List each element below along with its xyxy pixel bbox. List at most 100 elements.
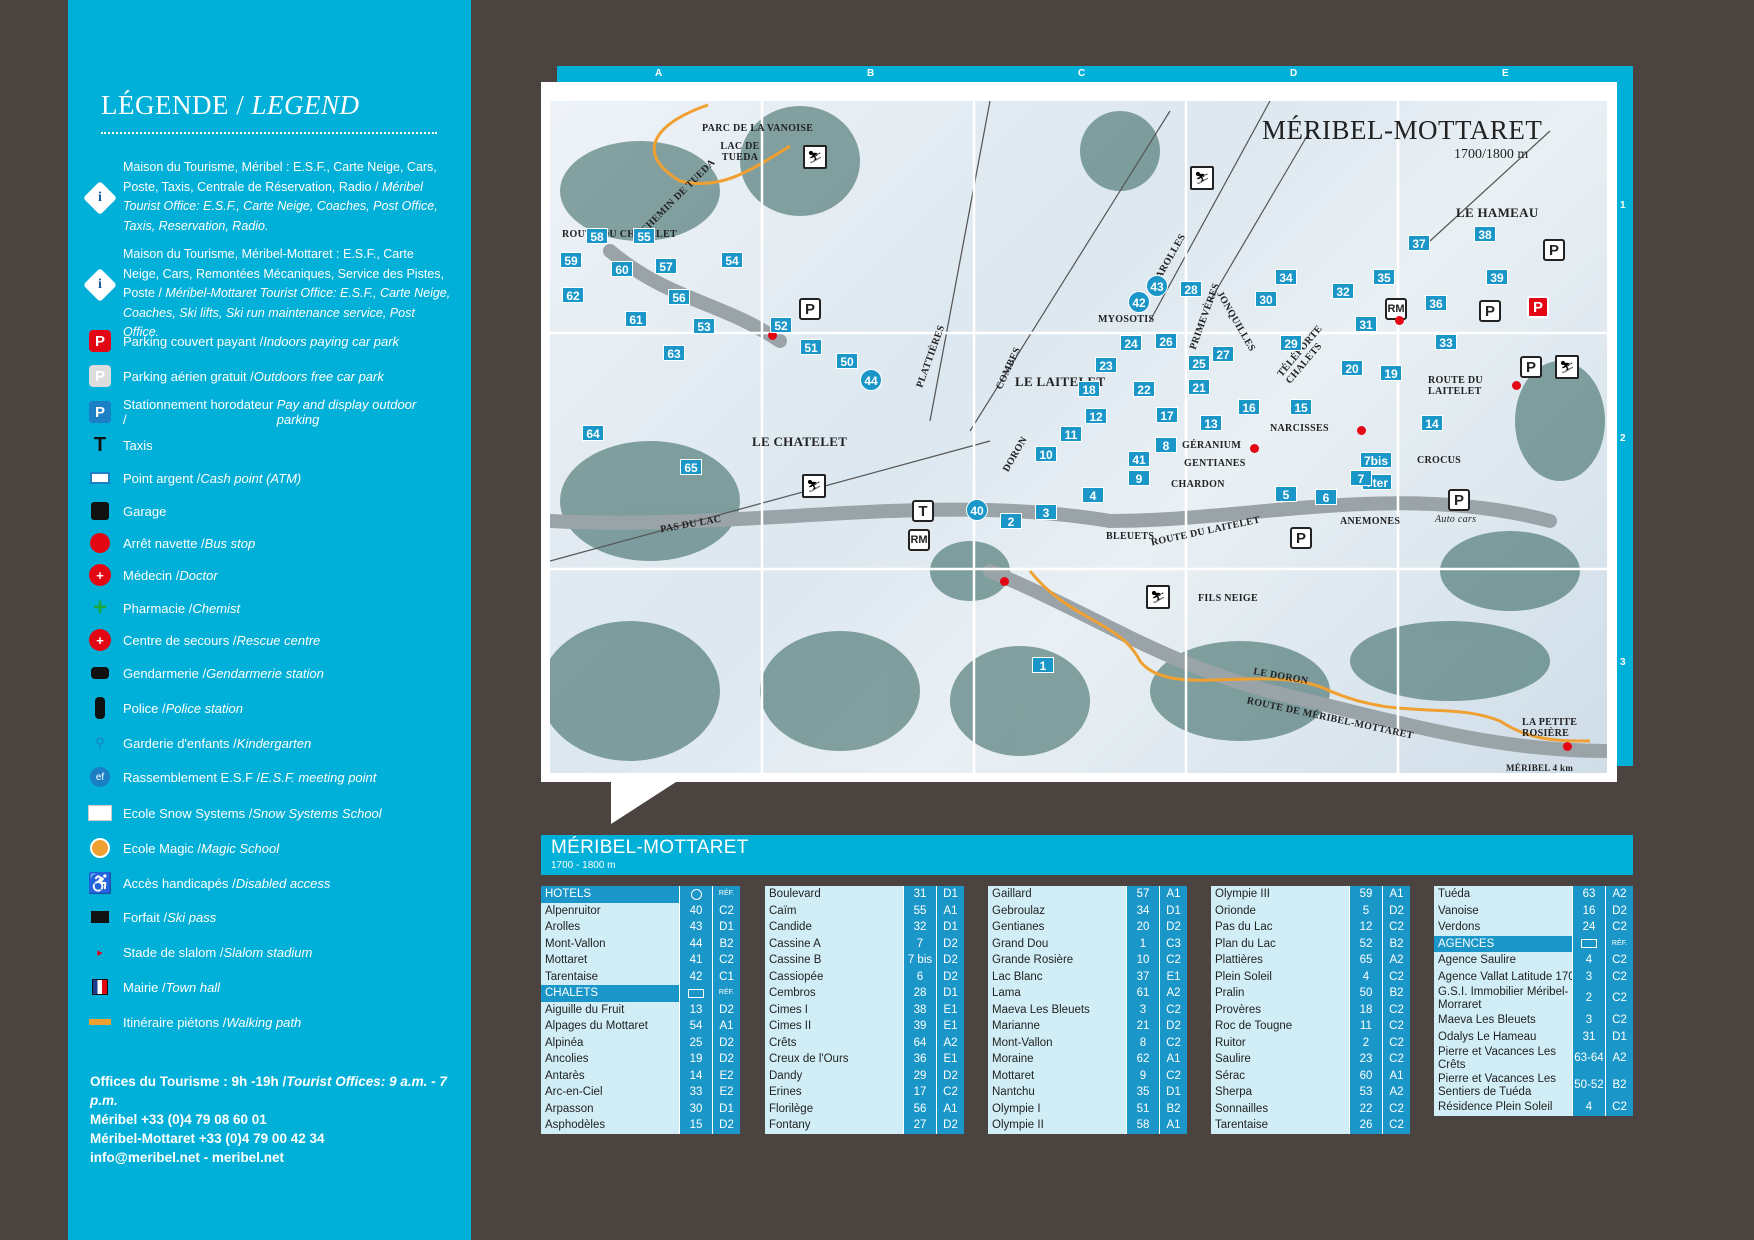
skier-icon[interactable]: ⛷ [1555,355,1579,379]
accommodation-marker[interactable]: 14 [1421,415,1443,431]
parking-icon[interactable]: P [1448,489,1470,511]
index-row[interactable]: Alpenruitor 40 C2 [541,902,740,919]
index-row[interactable]: Gaillard 57 A1 [988,886,1187,903]
bus-stop-icon[interactable] [1395,316,1404,325]
accommodation-marker[interactable]: 12 [1085,408,1107,424]
index-row[interactable]: Mont-Vallon 44 B2 [541,935,740,952]
resort-map[interactable]: MÉRIBEL-MOTTARET 1700/1800 m PARC DE LA … [550,101,1607,773]
index-row[interactable]: Cembros 28 D1 [765,985,964,1002]
index-row[interactable]: Sonnailles 22 C2 [1211,1100,1410,1117]
index-row[interactable]: Pas du Lac 12 C2 [1211,919,1410,936]
accommodation-marker[interactable]: 7bis [1360,452,1393,468]
accommodation-marker[interactable]: 8 [1155,437,1177,453]
bus-stop-icon[interactable] [1000,577,1009,586]
accommodation-marker[interactable]: 63 [663,345,685,361]
skier-icon[interactable]: ⛷ [1146,585,1170,609]
index-row[interactable]: Agence Saulire 4 C2 [1434,952,1633,969]
accommodation-marker[interactable]: 43 [1146,275,1168,297]
skier-icon[interactable]: ⛷ [802,474,826,498]
bus-stop-icon[interactable] [1357,426,1366,435]
index-row[interactable]: Lama 61 A2 [988,985,1187,1002]
accommodation-marker[interactable]: 28 [1180,281,1202,297]
accommodation-marker[interactable]: 56 [668,289,690,305]
index-row[interactable]: Saulire 23 C2 [1211,1051,1410,1068]
index-row[interactable]: Mottaret 9 C2 [988,1067,1187,1084]
accommodation-marker[interactable]: 7 [1350,470,1372,486]
accommodation-marker[interactable]: 36 [1425,295,1447,311]
index-row[interactable]: Ancolies 19 D2 [541,1051,740,1068]
accommodation-marker[interactable]: 6 [1315,489,1337,505]
index-row[interactable]: Olympie I 51 B2 [988,1100,1187,1117]
index-row[interactable]: Maeva Les Bleuets 3 C2 [1434,1012,1633,1029]
accommodation-marker[interactable]: 15 [1290,399,1312,415]
accommodation-marker[interactable]: 4 [1082,487,1104,503]
index-row[interactable]: Creux de l'Ours 36 E1 [765,1051,964,1068]
index-row[interactable]: Florilège 56 A1 [765,1100,964,1117]
accommodation-marker[interactable]: 29 [1280,335,1302,351]
accommodation-marker[interactable]: 27 [1212,346,1234,362]
accommodation-marker[interactable]: 42 [1128,291,1150,313]
index-row[interactable]: Boulevard 31 D1 [765,886,964,903]
index-row[interactable]: Olympie II 58 A1 [988,1117,1187,1134]
index-row[interactable]: Résidence Plein Soleil 4 C2 [1434,1099,1633,1116]
ski-touring-icon[interactable]: ⛷ [803,145,827,169]
index-row[interactable]: Cassine A 7 D2 [765,935,964,952]
accommodation-marker[interactable]: 32 [1332,283,1354,299]
accommodation-marker[interactable]: 39 [1486,269,1508,285]
accommodation-marker[interactable]: 20 [1341,360,1363,376]
index-row[interactable]: Candide 32 D1 [765,919,964,936]
index-row[interactable]: Plan du Lac 52 B2 [1211,935,1410,952]
accommodation-marker[interactable]: 31 [1355,316,1377,332]
index-row[interactable]: Agence Vallat Latitude 1700 3 C2 [1434,968,1633,985]
skier-icon[interactable]: ⛷ [1190,166,1214,190]
accommodation-marker[interactable]: 1 [1032,657,1054,673]
accommodation-marker[interactable]: 62 [562,287,584,303]
accommodation-marker[interactable]: 38 [1474,226,1496,242]
accommodation-marker[interactable]: 51 [800,339,822,355]
index-row[interactable]: Roc de Tougne 11 C2 [1211,1018,1410,1035]
accommodation-marker[interactable]: 30 [1255,291,1277,307]
index-row[interactable]: Gebroulaz 34 D1 [988,902,1187,919]
accommodation-marker[interactable]: 11 [1060,426,1082,442]
index-row[interactable]: Mottaret 41 C2 [541,952,740,969]
index-row[interactable]: Tarentaise 42 C1 [541,968,740,985]
index-row[interactable]: Fontany 27 D2 [765,1117,964,1134]
index-row[interactable]: Arolles 43 D1 [541,919,740,936]
index-row[interactable]: Cimes I 38 E1 [765,1001,964,1018]
index-row[interactable]: Pierre et Vacances Les Sentiers de Tuéda… [1434,1072,1633,1099]
index-row[interactable]: Pierre et Vacances Les Crêts 63-64 A2 [1434,1045,1633,1072]
index-row[interactable]: G.S.I. Immobilier Méribel-Morraret 2 C2 [1434,985,1633,1012]
accommodation-marker[interactable]: 59 [560,252,582,268]
accommodation-marker[interactable]: 60 [611,261,633,277]
index-row[interactable]: Erines 17 C2 [765,1084,964,1101]
accommodation-marker[interactable]: 61 [625,311,647,327]
accommodation-marker[interactable]: 52 [770,317,792,333]
index-row[interactable]: Tarentaise 26 C2 [1211,1117,1410,1134]
index-row[interactable]: Orionde 5 D2 [1211,902,1410,919]
accommodation-marker[interactable]: 41 [1128,451,1150,467]
accommodation-marker[interactable]: 54 [721,252,743,268]
bus-stop-icon[interactable] [1563,742,1572,751]
accommodation-marker[interactable]: 55 [633,228,655,244]
bus-stop-icon[interactable] [1250,444,1259,453]
index-row[interactable]: Lac Blanc 37 E1 [988,968,1187,985]
accommodation-marker[interactable]: 44 [860,369,882,391]
accommodation-marker[interactable]: 19 [1380,365,1402,381]
index-row[interactable]: Cimes II 39 E1 [765,1018,964,1035]
parking-icon[interactable]: P [1479,300,1501,322]
index-row[interactable]: Odalys Le Hameau 31 D1 [1434,1028,1633,1045]
index-row[interactable]: Sherpa 53 A2 [1211,1084,1410,1101]
accommodation-marker[interactable]: 23 [1095,357,1117,373]
index-row[interactable]: Plein Soleil 4 C2 [1211,968,1410,985]
index-row[interactable]: Moraine 62 A1 [988,1051,1187,1068]
parking-icon[interactable]: P [1543,239,1565,261]
index-row[interactable]: Alpinéa 25 D2 [541,1034,740,1051]
index-row[interactable]: Gentianes 20 D2 [988,919,1187,936]
accommodation-marker[interactable]: 65 [680,459,702,475]
taxi-icon[interactable]: T [912,500,934,522]
index-row[interactable]: Antarès 14 E2 [541,1067,740,1084]
index-row[interactable]: Crêts 64 A2 [765,1034,964,1051]
accommodation-marker[interactable]: 40 [966,499,988,521]
accommodation-marker[interactable]: 25 [1188,355,1210,371]
index-row[interactable]: Ruitor 2 C2 [1211,1034,1410,1051]
